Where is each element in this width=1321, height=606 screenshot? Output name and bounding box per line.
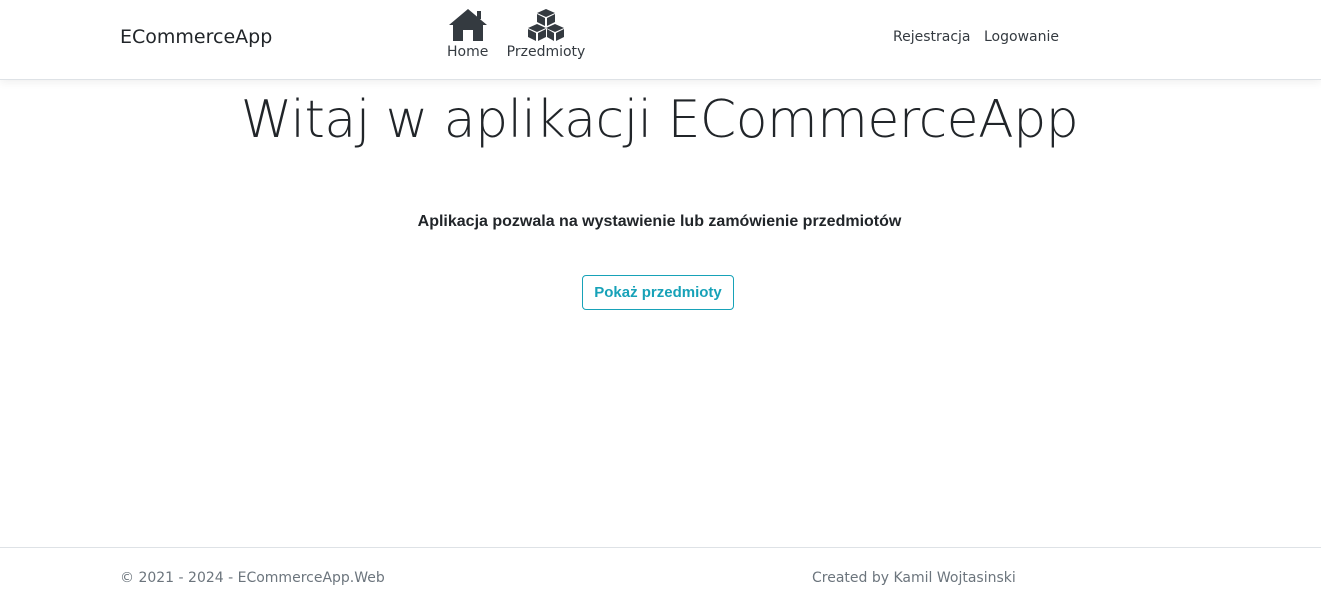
nav-items-link[interactable]: Przedmioty — [506, 8, 586, 60]
page-title: Witaj w aplikacji ECommerceApp — [240, 90, 1079, 150]
footer-author: Created by Kamil Wojtasinski — [812, 570, 1016, 586]
show-items-button[interactable]: Pokaż przedmioty — [582, 275, 734, 310]
page-description: Aplikacja pozwala na wystawienie lub zam… — [417, 213, 902, 230]
nav-items-label: Przedmioty — [506, 44, 586, 60]
footer-copyright: © 2021 - 2024 - ECommerceApp.Web — [120, 570, 385, 586]
navbar: ECommerceApp Home Przedmioty Rejestracja… — [0, 0, 1321, 80]
nav-home-label: Home — [447, 44, 489, 60]
register-link[interactable]: Rejestracja — [893, 29, 971, 45]
nav-home-link[interactable]: Home — [447, 8, 488, 60]
login-link[interactable]: Logowanie — [984, 29, 1059, 45]
footer: © 2021 - 2024 - ECommerceApp.Web Created… — [0, 547, 1321, 606]
cubes-icon — [506, 8, 586, 42]
home-icon — [448, 8, 488, 42]
brand-link[interactable]: ECommerceApp — [120, 26, 272, 48]
